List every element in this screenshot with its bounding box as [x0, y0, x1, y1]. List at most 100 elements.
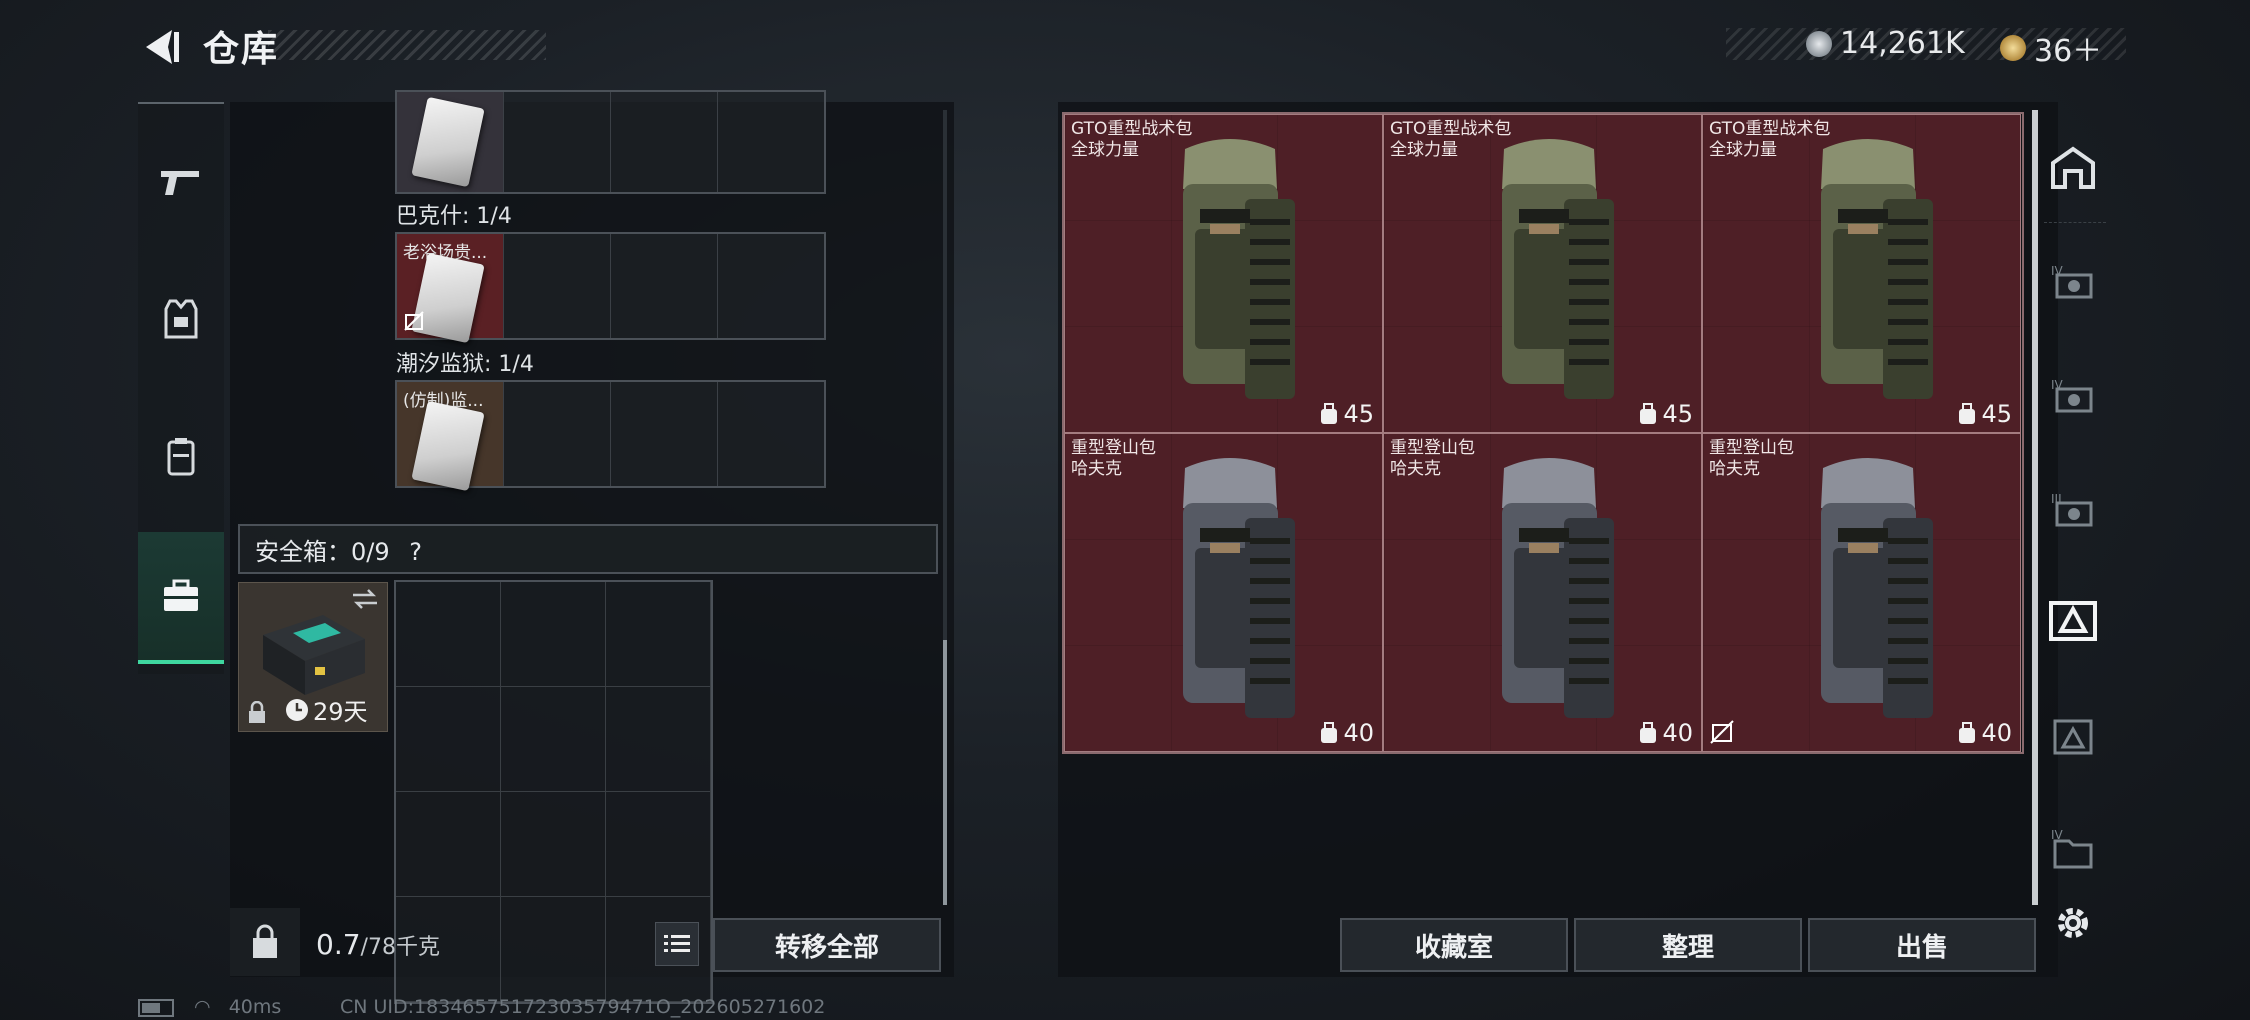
- bag-name-line2: 哈夫克: [1390, 459, 1441, 479]
- weight-lock-button[interactable]: [230, 908, 300, 976]
- tab-armor[interactable]: [138, 269, 224, 369]
- stash-filter-all[interactable]: [2042, 136, 2104, 198]
- bag-capacity: 45: [1957, 400, 2012, 428]
- safe-slot[interactable]: [501, 687, 606, 792]
- lock-icon: [249, 701, 265, 723]
- bag-capacity-value: 45: [1981, 400, 2012, 428]
- safe-slot[interactable]: [501, 897, 606, 1002]
- back-arrow-icon: [146, 30, 179, 64]
- safe-box-timer: 29天: [285, 692, 368, 727]
- organize-button[interactable]: 整理: [1574, 918, 1802, 972]
- bag-capacity-value: 45: [1343, 400, 1374, 428]
- bag-capacity: 40: [1638, 719, 1693, 747]
- keycard-image: [411, 400, 485, 492]
- safe-slot[interactable]: [606, 687, 711, 792]
- stash-filter-1[interactable]: IV: [2042, 250, 2104, 312]
- sell-button[interactable]: 出售: [1808, 918, 2036, 972]
- safe-box-item[interactable]: 29天: [238, 582, 388, 732]
- swap-icon[interactable]: [351, 589, 379, 609]
- currency-a[interactable]: 14,261K: [1806, 26, 1965, 61]
- weight-lock-icon: [253, 924, 277, 958]
- currency-a-value: 14,261K: [1840, 26, 1965, 61]
- keycard-slot[interactable]: [397, 92, 504, 192]
- safe-slot[interactable]: [501, 792, 606, 897]
- safe-slot[interactable]: [501, 582, 606, 687]
- safe-slot[interactable]: [606, 582, 711, 687]
- empty-slot[interactable]: [504, 92, 611, 192]
- backpack-image: [1821, 458, 1933, 718]
- stash-filter-6[interactable]: IV: [2042, 818, 2104, 880]
- keycard-slot[interactable]: (仿制)监...: [397, 382, 504, 492]
- silver-coin-icon: [1806, 30, 1832, 57]
- safe-box-label: 安全箱：0/9 ?: [255, 532, 422, 567]
- backpack-image: [1183, 139, 1295, 399]
- stash-page-icon: IV: [2051, 264, 2093, 299]
- pistol-icon: [161, 171, 199, 195]
- bag-item[interactable]: 重型登山包 哈夫克 40: [1064, 433, 1383, 752]
- inventory-scroll-thumb[interactable]: [943, 640, 947, 905]
- currency-b[interactable]: 36＋: [2000, 26, 2102, 70]
- empty-slot[interactable]: [611, 92, 718, 192]
- settings-button[interactable]: [2042, 892, 2104, 954]
- safe-slot[interactable]: [396, 687, 501, 792]
- empty-slot[interactable]: [611, 234, 718, 338]
- bag-capacity-value: 40: [1981, 719, 2012, 747]
- back-button[interactable]: [138, 24, 184, 70]
- bag-item[interactable]: GTO重型战术包 全球力量 45: [1383, 114, 1702, 433]
- keycard-row-top: [395, 90, 826, 194]
- weight-display: 0.7/78千克: [316, 928, 440, 961]
- empty-slot[interactable]: [718, 382, 824, 486]
- bag-name-line2: 哈夫克: [1071, 459, 1122, 479]
- timer-text: 29天: [313, 698, 368, 726]
- armor-vest-icon: [164, 299, 198, 339]
- capacity-icon: [1321, 722, 1338, 743]
- empty-slot[interactable]: [504, 382, 611, 486]
- weight-value: 0.7: [316, 928, 361, 961]
- gear-icon: [2058, 908, 2088, 938]
- backpack-icon: [167, 438, 195, 476]
- collection-room-button[interactable]: 收藏室: [1340, 918, 1568, 972]
- safe-slot[interactable]: [606, 792, 711, 897]
- bag-name: 重型登山包 哈夫克: [1390, 438, 1475, 480]
- no-insure-icon: [404, 311, 424, 331]
- bag-item[interactable]: GTO重型战术包 全球力量 45: [1064, 114, 1383, 433]
- empty-slot[interactable]: [504, 234, 611, 338]
- tab-safe-box[interactable]: [138, 532, 224, 664]
- backpack-image: [1183, 458, 1295, 718]
- backpack-image: [1502, 139, 1614, 399]
- stash-scrollbar[interactable]: [2032, 110, 2038, 905]
- empty-slot[interactable]: [718, 234, 824, 338]
- stash-filter-3[interactable]: III: [2042, 478, 2104, 540]
- category-tabs: [138, 102, 224, 674]
- empty-slot[interactable]: [611, 382, 718, 486]
- tab-backpack[interactable]: [138, 406, 224, 506]
- stash-filter-5[interactable]: [2042, 706, 2104, 768]
- clock-icon: [286, 698, 308, 721]
- help-icon[interactable]: ?: [409, 538, 422, 566]
- transfer-all-button[interactable]: 转移全部: [713, 918, 941, 972]
- keycard-slot[interactable]: 老浴场贵...: [397, 234, 504, 344]
- safe-slot[interactable]: [396, 582, 501, 687]
- wifi-icon: ◠: [194, 996, 211, 1018]
- bag-item[interactable]: 重型登山包 哈夫克 40: [1383, 433, 1702, 752]
- stash-filter-4-active[interactable]: [2042, 590, 2104, 652]
- bag-capacity: 45: [1638, 400, 1693, 428]
- stash-page-active-icon: [2049, 601, 2097, 641]
- tab-weapons[interactable]: [138, 132, 224, 232]
- no-insure-icon: [1710, 720, 1734, 744]
- empty-slot[interactable]: [718, 92, 824, 192]
- stash-filter-2[interactable]: IV: [2042, 364, 2104, 426]
- bag-name-line1: 重型登山包: [1709, 438, 1794, 458]
- bag-item[interactable]: 重型登山包 哈夫克 40: [1702, 433, 2021, 752]
- safe-slot[interactable]: [396, 792, 501, 897]
- bag-item[interactable]: GTO重型战术包 全球力量 45: [1702, 114, 2021, 433]
- backpack-image: [1821, 139, 1933, 399]
- bag-capacity-value: 40: [1662, 719, 1693, 747]
- bag-capacity: 45: [1319, 400, 1374, 428]
- capacity-icon: [1959, 722, 1976, 743]
- bag-capacity: 40: [1319, 719, 1374, 747]
- uid-text: CN UID:18346575172303579471O_20260527160…: [340, 996, 826, 1018]
- capacity-icon: [1321, 403, 1338, 424]
- ping-text: 40ms: [228, 996, 282, 1018]
- list-view-button[interactable]: [655, 922, 699, 966]
